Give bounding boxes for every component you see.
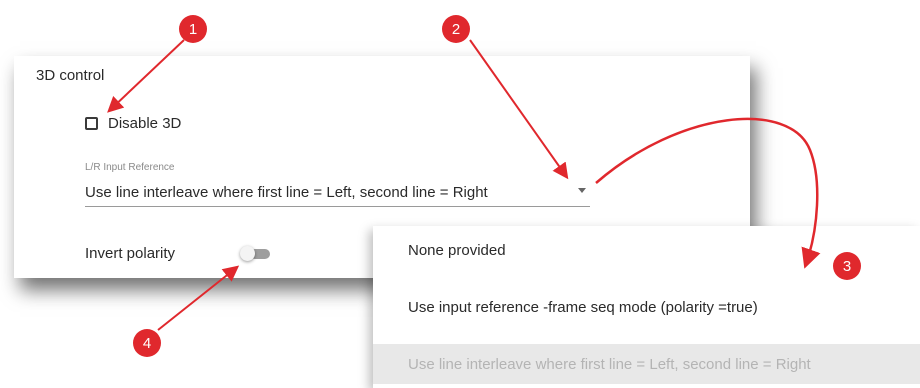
dropdown-option-selected[interactable]: Use line interleave where first line = L… — [373, 344, 920, 384]
panel-title: 3D control — [36, 67, 105, 84]
callout-3: 3 — [833, 252, 861, 280]
lr-input-reference-value: Use line interleave where first line = L… — [85, 183, 488, 201]
dropdown-arrow-icon[interactable] — [578, 188, 586, 193]
lr-input-reference-caption: L/R Input Reference — [85, 162, 175, 173]
disable-3d-label: Disable 3D — [108, 115, 182, 132]
invert-polarity-toggle[interactable] — [240, 246, 272, 262]
callout-4: 4 — [133, 329, 161, 357]
dropdown-option[interactable]: Use input reference -frame seq mode (pol… — [373, 287, 920, 327]
invert-polarity-label: Invert polarity — [85, 245, 176, 262]
lr-input-reference-dropdown: None provided Use input reference -frame… — [373, 226, 920, 388]
lr-input-reference-select[interactable]: Use line interleave where first line = L… — [85, 178, 590, 207]
callout-2: 2 — [442, 15, 470, 43]
callout-1: 1 — [179, 15, 207, 43]
toggle-thumb[interactable] — [240, 246, 255, 261]
disable-3d-row[interactable]: Disable 3D — [85, 115, 181, 132]
disable-3d-checkbox[interactable] — [85, 117, 98, 130]
